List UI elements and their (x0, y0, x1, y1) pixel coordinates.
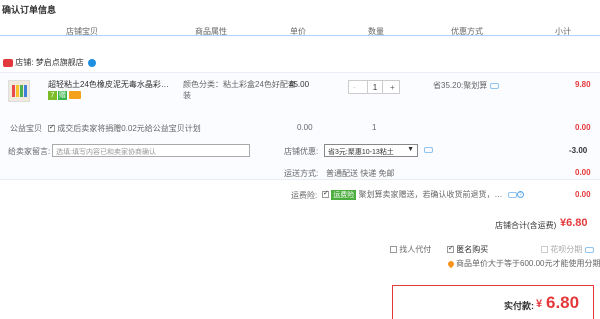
attr-value-line1: 粘土彩盒24色好配套 (223, 80, 296, 89)
insurance-info-icon[interactable] (507, 191, 517, 198)
insurance-fee: 0.00 (575, 190, 591, 199)
charity-text: 成交后卖家将捐赠0.02元给公益宝贝计划 (57, 124, 201, 133)
promo-label: 省35.20:聚划算 (433, 81, 488, 90)
shipping-label: 运送方式: (284, 169, 319, 178)
installment-label: 花呗分期 (550, 245, 583, 254)
location-pin-icon (446, 259, 456, 269)
attr-value-line2: 装 (183, 91, 191, 100)
installment-notice: 商品单价大于等于600.00元才能使用分期 (446, 258, 600, 269)
item-subtotal: 9.80 (575, 80, 591, 89)
header-item: 店铺宝贝 (66, 27, 98, 36)
insurance-row: 运费险 聚划算卖家赠送，若确认收货前退货，… ? (322, 189, 524, 200)
anonymous-checkbox[interactable] (447, 244, 454, 254)
table-header: 店铺宝贝 商品属性 单价 数量 优惠方式 小计 (0, 22, 600, 36)
help-icon[interactable]: ? (516, 191, 524, 199)
header-promo: 优惠方式 (451, 27, 483, 36)
unit-price: 45.00 (289, 80, 310, 89)
product-badges: 7赠 (48, 90, 81, 100)
product-thumbnail[interactable] (8, 80, 30, 102)
qty-input[interactable]: 1 (367, 81, 383, 93)
charity-checkbox[interactable] (48, 123, 55, 133)
header-price: 单价 (290, 27, 306, 36)
attr-label: 颜色分类： (183, 80, 223, 89)
installment-checkbox[interactable] (541, 246, 548, 254)
charity-row: 成交后卖家将捐赠0.02元给公益宝贝计划 (48, 123, 201, 134)
payment-total: 6.80 (546, 293, 580, 312)
wangwang-chat-icon[interactable] (87, 58, 96, 67)
payment-label: 实付款: (504, 301, 534, 311)
shop-name[interactable]: 梦启点旗舰店 (36, 58, 84, 67)
shop-discount-amount: -3.00 (569, 146, 588, 155)
insurance-label: 运费险: (291, 191, 318, 200)
anonymous-label: 匿名购买 (456, 245, 489, 254)
quantity-stepper: - 1 + (348, 80, 400, 94)
insurance-text: 聚划算卖家赠送，若确认收货前退货，… (358, 190, 503, 199)
proxy-pay-label: 找人代付 (399, 245, 432, 254)
shipping-fee: 0.00 (575, 168, 591, 177)
shop-icon (3, 58, 13, 67)
header-subtotal: 小计 (555, 27, 571, 36)
gift-badge-icon: 赠 (58, 91, 67, 100)
header-qty: 数量 (368, 27, 384, 36)
payment-summary-box: 实付款: ¥ 6.80 (392, 285, 594, 319)
proxy-pay-option: 找人代付 (390, 244, 431, 255)
installment-notice-text: 商品单价大于等于600.00元才能使用分期 (456, 259, 600, 268)
installment-option: 花呗分期 (541, 244, 595, 255)
product-attr: 颜色分类：粘土彩盒24色好配套 (183, 79, 296, 90)
qty-minus-button[interactable]: - (353, 83, 356, 92)
shop-total-label: 店铺合计(含运费) (495, 221, 557, 230)
charity-qty: 1 (372, 123, 377, 132)
charity-label: 公益宝贝 (10, 124, 42, 133)
shop-discount-value: 省3元:聚惠10-13粘土 (328, 149, 394, 156)
header-attr: 商品属性 (195, 27, 227, 36)
seller-message-input[interactable]: 选填:填写内容已和卖家协商确认 (52, 144, 250, 157)
insurance-checkbox[interactable] (322, 189, 329, 199)
shop-discount-select[interactable]: 省3元:聚惠10-13粘土 ▼ (324, 144, 418, 157)
discount-info-icon[interactable] (424, 147, 433, 153)
anonymous-option: 匿名购买 (447, 244, 488, 255)
shop-total-value: ¥6.80 (560, 217, 588, 229)
shop-label: 店铺: (15, 58, 34, 67)
chevron-down-icon: ▼ (407, 146, 414, 153)
shipping-method: 普通配送 快递 免邮 (326, 169, 395, 178)
proxy-pay-checkbox[interactable] (390, 246, 397, 254)
message-label: 给卖家留言: (8, 147, 51, 156)
page-title: 确认订单信息 (2, 5, 57, 15)
shop-discount-label: 店铺优惠: (284, 147, 319, 156)
qty-plus-button[interactable]: + (390, 83, 395, 92)
charity-subtotal: 0.00 (575, 123, 591, 132)
insurance-tag: 运费险 (331, 189, 357, 200)
charity-price: 0.00 (297, 123, 313, 132)
shop-row: 店铺: 梦启点旗舰店 (3, 57, 96, 69)
seven-day-return-icon: 7 (48, 91, 57, 100)
payment-currency: ¥ (536, 298, 543, 310)
promo-info-icon[interactable] (490, 82, 500, 89)
installment-info-icon[interactable] (585, 246, 595, 253)
credit-card-icon (69, 90, 81, 99)
promo-text: 省35.20:聚划算 (433, 80, 500, 91)
product-title[interactable]: 超轻粘土24色橡皮泥无毒水晶彩… (48, 79, 169, 90)
